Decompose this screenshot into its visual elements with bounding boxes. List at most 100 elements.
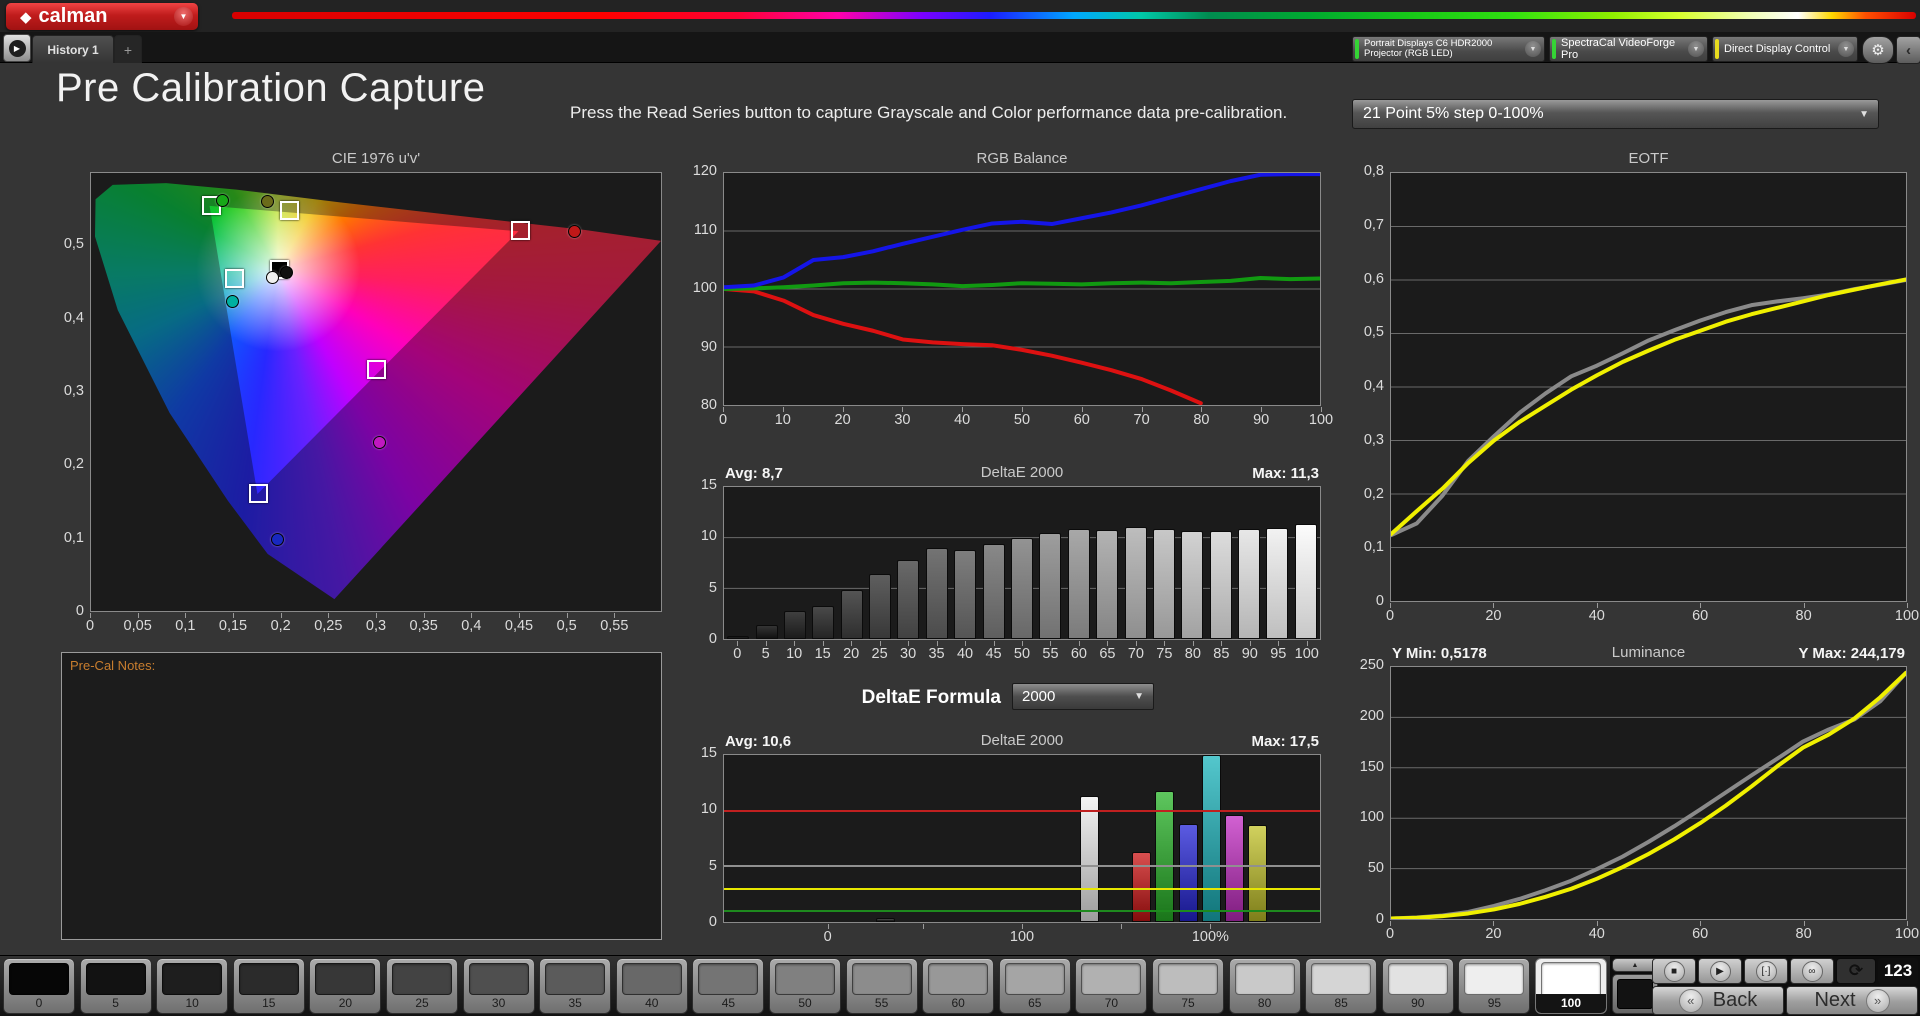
patch-swatch-40[interactable]: 40 [616,958,688,1014]
patch-swatch-10[interactable]: 10 [156,958,228,1014]
measurement-preset-dropdown[interactable]: 21 Point 5% step 0-100% ▼ [1352,99,1879,129]
patch-color [469,963,529,995]
patch-swatch-65[interactable]: 65 [999,958,1071,1014]
axis-label: 15 [673,477,717,493]
infinity-icon: ∞ [1808,966,1815,977]
spectrum-strip [232,12,1916,19]
grayscale-deltae-bar [869,574,891,639]
patch-color [239,963,299,995]
axis-label: 0 [1340,911,1384,927]
workflow-nav-button[interactable]: ▶ [3,34,31,62]
patch-swatch-50[interactable]: 50 [769,958,841,1014]
deltae-formula-label: DeltaE Formula [723,687,1001,709]
patch-label: 25 [387,996,457,1010]
calman-logo-icon: ◆ [20,8,32,26]
patch-label: 45 [693,996,763,1010]
pattern-window-button[interactable]: [·] [1744,958,1788,984]
patch-color [1005,963,1065,995]
axis-label: 200 [1340,708,1384,724]
patch-swatch-90[interactable]: 90 [1382,958,1454,1014]
axis-label: 100 [1277,646,1337,662]
patch-color [622,963,682,995]
patch-swatch-75[interactable]: 75 [1152,958,1224,1014]
patch-swatch-35[interactable]: 35 [539,958,611,1014]
patch-swatch-30[interactable]: 30 [463,958,535,1014]
grayscale-deltae-bar [897,560,919,639]
tab-history-1[interactable]: History 1 [32,35,114,63]
next-arrow-icon: » [1866,989,1890,1013]
measured-marker-olive [261,195,274,208]
logo-menu-button[interactable]: ▼ [174,7,193,26]
next-label: Next [1814,989,1855,1012]
patch-swatch-60[interactable]: 60 [922,958,994,1014]
deltae-formula-dropdown[interactable]: 2000 ▼ [1012,683,1154,710]
axis-label: 40 [932,412,992,428]
stop-button[interactable]: ■ [1652,958,1696,984]
stop-icon: ■ [1671,966,1677,977]
target-marker-cyan [225,269,244,288]
chevron-down-icon: ▼ [1859,109,1869,120]
axis-label: 100 [1877,608,1920,624]
color-deltae-bar-magenta [1225,815,1244,922]
axis-label: 0,1 [40,530,84,546]
patch-counter-badge[interactable]: 123 [1878,958,1918,984]
device-label: Direct Display Control [1724,43,1830,55]
next-button[interactable]: Next » [1786,986,1918,1015]
axis-label: 100 [1291,412,1351,428]
pre-cal-notes-input[interactable]: Pre-Cal Notes: [61,652,662,940]
grayscale-deltae-bar [1181,531,1203,639]
patch-swatch-0[interactable]: 0 [3,958,75,1014]
patch-swatch-95[interactable]: 95 [1458,958,1530,1014]
axis-label: 0,6 [1340,271,1384,287]
patch-swatch-20[interactable]: 20 [309,958,381,1014]
axis-label: 0,2 [40,456,84,472]
patch-swatch-25[interactable]: 25 [386,958,458,1014]
back-button[interactable]: « Back [1652,986,1784,1015]
pattern-window-icon: [·] [1762,966,1771,977]
play-button[interactable]: ▶ [1698,958,1742,984]
patch-swatch-55[interactable]: 55 [846,958,918,1014]
chevron-down-icon: ▼ [180,12,188,21]
patch-swatch-100[interactable]: 100 [1535,958,1607,1014]
patch-swatch-5[interactable]: 5 [80,958,152,1014]
axis-label: 80 [673,397,717,413]
patch-swatch-85[interactable]: 85 [1305,958,1377,1014]
collapse-panel-button[interactable]: ‹ [1896,36,1920,64]
patch-swatch-80[interactable]: 80 [1229,958,1301,1014]
grayscale-deltae-bar [1266,528,1288,639]
device-label: SpectraCal VideoForge Pro [1561,37,1689,61]
patch-label: 95 [1459,996,1529,1010]
axis-label: 10 [673,528,717,544]
patch-label: 30 [464,996,534,1010]
notes-label: Pre-Cal Notes: [70,658,155,673]
continuous-read-button[interactable]: ∞ [1790,958,1834,984]
refresh-icon: ⟳ [1849,961,1863,981]
grayscale-deltae-bar [784,611,806,639]
grayscale-deltae-bar [926,548,948,639]
patch-swatch-70[interactable]: 70 [1075,958,1147,1014]
pattern-source-dropdown[interactable]: SpectraCal VideoForge Pro ▼ [1549,36,1708,62]
deltae-grayscale-chart [723,486,1321,640]
grayscale-deltae-bar [1125,527,1147,639]
reference-line [724,888,1320,890]
patch-color [9,963,69,995]
eject-icon: ▲ [1632,962,1639,969]
axis-label: 0 [693,412,753,428]
read-series-button[interactable]: ⟳ [1836,958,1876,984]
settings-button[interactable]: ⚙ [1862,36,1894,64]
axis-label: 0 [798,929,858,945]
gear-icon: ⚙ [1871,41,1884,59]
grayscale-deltae-bar [954,550,976,639]
meter-device-dropdown[interactable]: Portrait Displays C6 HDR2000 Projector (… [1352,36,1545,62]
axis-label: 60 [1670,608,1730,624]
patch-swatch-15[interactable]: 15 [233,958,305,1014]
measured-marker-black [280,266,293,279]
calman-logo-button[interactable]: ◆ calman ▼ [6,3,198,30]
display-control-dropdown[interactable]: Direct Display Control ▼ [1712,36,1858,62]
patch-label: 40 [617,996,687,1010]
patch-swatch-45[interactable]: 45 [692,958,764,1014]
chevron-down-icon: ▼ [1525,41,1541,57]
patch-color [928,963,988,995]
tab-bar: ▶ History 1 + Portrait Displays C6 HDR20… [0,32,1920,63]
add-tab-button[interactable]: + [114,35,142,63]
